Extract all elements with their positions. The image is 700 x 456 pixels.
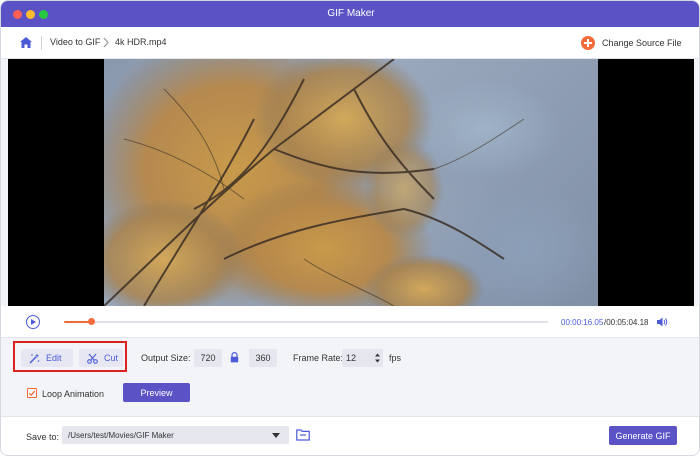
play-button[interactable] (26, 315, 40, 329)
change-source-file-button[interactable]: Change Source File (581, 34, 682, 52)
nav-bar: Video to GIF 4k HDR.mp4 Change Source Fi… (1, 27, 699, 59)
progress-fill (64, 321, 91, 323)
save-path-value: /Users/test/Movies/GIF Maker (68, 431, 174, 440)
video-frame (104, 59, 598, 306)
nav-divider (41, 36, 42, 50)
progress-handle[interactable] (88, 318, 95, 325)
output-size-label: Output Size: (141, 353, 191, 363)
current-time: 00:00:16.05 (561, 318, 604, 327)
volume-icon[interactable] (656, 316, 668, 328)
edit-cut-highlight (13, 341, 127, 372)
total-time: /00:05:04.18 (604, 318, 649, 327)
stepper-arrows-icon[interactable] (374, 352, 381, 364)
save-path-dropdown[interactable]: /Users/test/Movies/GIF Maker (62, 426, 289, 444)
loop-animation-label: Loop Animation (42, 389, 105, 399)
fps-unit: fps (389, 353, 402, 363)
lock-icon[interactable] (230, 352, 239, 363)
frame-rate-value: 12 (346, 353, 357, 363)
frame-rate-label: Frame Rate: (293, 353, 344, 363)
plus-circle-icon (581, 36, 595, 50)
output-width-input[interactable]: 720 (194, 349, 222, 367)
folder-icon[interactable] (296, 429, 310, 441)
generate-gif-button[interactable]: Generate GIF (609, 426, 677, 445)
playback-timeline: 00:00:16.05 /00:05:04.18 (1, 306, 699, 338)
title-bar: GIF Maker (1, 1, 699, 27)
frame-rate-input[interactable]: 12 (342, 349, 383, 367)
window-title: GIF Maker (327, 8, 375, 19)
output-height-input[interactable]: 360 (249, 349, 277, 367)
video-frame-image (104, 59, 525, 306)
save-bar: Save to: /Users/test/Movies/GIF Maker Ge… (1, 416, 699, 455)
gif-settings-panel: Edit Cut Output Size: 720 360 Frame Rate… (1, 338, 699, 416)
home-icon[interactable] (19, 36, 33, 49)
gif-maker-window: GIF Maker Video to GIF 4k HDR.mp4 Change… (0, 0, 700, 456)
chevron-right-icon (103, 37, 109, 48)
progress-track[interactable] (64, 321, 548, 323)
video-preview (8, 59, 694, 306)
preview-button[interactable]: Preview (123, 383, 190, 402)
change-source-file-label: Change Source File (602, 38, 682, 48)
checkmark-icon (28, 390, 36, 397)
breadcrumb-file-name: 4k HDR.mp4 (115, 37, 167, 47)
chevron-down-icon (272, 433, 280, 438)
breadcrumb-video-to-gif[interactable]: Video to GIF (50, 37, 100, 47)
save-to-label: Save to: (26, 432, 60, 442)
loop-animation-checkbox[interactable] (27, 388, 37, 398)
